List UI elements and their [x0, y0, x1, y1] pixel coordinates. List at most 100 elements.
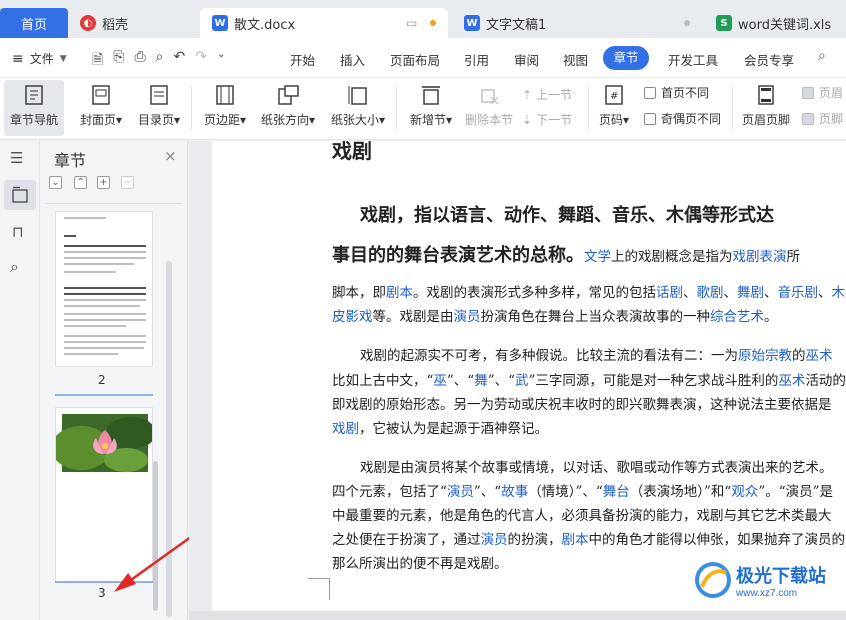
hamburger-icon: ≡: [12, 50, 24, 67]
delete-section-label: 删除本节: [464, 113, 513, 127]
tab-spreadsheet[interactable]: S word关键词.xls: [716, 8, 831, 38]
doc-heading-line-1: 戏剧，指以语言、动作、舞蹈、音乐、木偶等形式达: [360, 205, 774, 226]
header-footer-button[interactable]: 页眉页脚: [738, 80, 794, 136]
more-icon[interactable]: ⌄: [217, 49, 225, 73]
export-icon[interactable]: ⎘: [113, 49, 124, 73]
orientation-icon: [278, 85, 299, 105]
doc-paragraph-2-line-4: 戏剧，它被认为是起源于酒神祭记。: [332, 421, 548, 437]
header-checkbox-label: 页眉: [819, 86, 844, 100]
bookmark-icon[interactable]: ⊓: [12, 223, 24, 241]
print-icon[interactable]: ⎙: [134, 49, 145, 73]
expand-all-icon[interactable]: ⌃: [74, 176, 87, 189]
header-checkbox[interactable]: 页眉: [802, 84, 843, 101]
new-section-icon: [422, 86, 440, 105]
menu-chapter-active[interactable]: 章节: [603, 46, 649, 70]
toc-icon: [150, 85, 168, 105]
footer-checkbox-label: 页脚: [819, 112, 844, 126]
file-menu[interactable]: ≡ 文件 ▼: [12, 50, 67, 67]
doc-paragraph-3-line-3: 中最重要的元素，他是角色的代言人，必须具备扮演的能力，戏剧与其它艺术类最大: [332, 508, 832, 524]
cover-page-button[interactable]: 封面页▾: [76, 80, 126, 136]
page-thumbnail-2[interactable]: [55, 211, 153, 367]
doc-paragraph-3-line-5: 那么所演出的便不再是戏剧。: [332, 556, 508, 572]
cover-page-icon: [92, 85, 110, 105]
chapter-nav-label: 章节导航: [9, 113, 58, 127]
tab-daoke[interactable]: ◐ 稻壳: [80, 8, 128, 38]
menu-bar: ≡ 文件 ▼ 🗎 ⎘ ⎙ ⌕ ↶ ↷ ⌄ 开始 插入 页面布局 引用 审阅 视图…: [0, 38, 846, 78]
paper-size-button[interactable]: 纸张大小▾: [328, 80, 388, 136]
page-number-button[interactable]: # 页码▾: [594, 80, 634, 136]
preview-icon[interactable]: ⌕: [156, 49, 164, 73]
tab-bar: 首页 ◐ 稻壳 W 散文.docx ▭ W 文字文稿1 S word关键词.xl…: [0, 0, 846, 38]
thumb-2-label: 2: [98, 373, 106, 387]
page-number-label: 页码▾: [598, 113, 630, 127]
prev-section-label: 上一节: [536, 88, 573, 102]
collapse-all-icon[interactable]: ⌄: [49, 176, 62, 189]
footer-checkbox[interactable]: 页脚: [802, 110, 843, 127]
remove-section-icon[interactable]: −: [121, 176, 134, 189]
first-page-diff-checkbox[interactable]: 首页不同: [644, 84, 709, 101]
margin-icon: [216, 85, 234, 105]
search-icon[interactable]: ⌕: [818, 48, 826, 64]
next-section-button[interactable]: ⇣ 下一节: [522, 111, 572, 128]
menu-dev-tools[interactable]: 开发工具: [668, 50, 718, 69]
outline-icon[interactable]: ☰: [10, 149, 23, 167]
next-section-icon: ⇣: [522, 112, 533, 127]
doc-title: 戏剧: [332, 141, 372, 163]
doc-paragraph-2-line-2: 比如上古中文，“巫”、“舞”、“武”三字同源，可能是对一种乞求战斗胜利的巫术活动…: [332, 373, 846, 389]
undo-icon[interactable]: ↶: [174, 49, 186, 73]
word-doc-icon: W: [212, 15, 228, 31]
odd-even-diff-checkbox[interactable]: 奇偶页不同: [644, 110, 721, 127]
save-icon[interactable]: 🗎: [92, 49, 103, 73]
delete-section-icon: [481, 89, 499, 105]
close-icon[interactable]: ×: [164, 147, 177, 165]
tab-home[interactable]: 首页: [0, 8, 68, 38]
doc-paragraph-3-line-1: 戏剧是由演员将某个故事或情境，以对话、歌唱或动作等方式表演出来的艺术。: [360, 460, 833, 476]
add-section-icon[interactable]: +: [97, 176, 110, 189]
watermark: 极光下载站 www.xz7.com: [694, 561, 826, 599]
chapter-ribbon: 章节导航 封面页▾ 目录页▾ 页边距▾ 纸张方向▾ 纸张大小▾ 新增节▾ 删除本…: [0, 78, 846, 140]
menu-view[interactable]: 视图: [563, 50, 588, 69]
unsaved-dot-icon: [430, 20, 436, 26]
menu-page-layout[interactable]: 页面布局: [390, 50, 440, 69]
menu-vip[interactable]: 会员专享: [744, 50, 794, 69]
new-section-button[interactable]: 新增节▾: [404, 80, 458, 136]
menu-review[interactable]: 审阅: [514, 50, 539, 69]
find-icon[interactable]: ⌕: [10, 257, 19, 277]
chapter-icon: [12, 186, 28, 203]
redo-icon[interactable]: ↷: [195, 49, 207, 73]
watermark-name: 极光下载站: [736, 565, 826, 586]
margin-label: 页边距▾: [203, 113, 247, 127]
delete-section-button[interactable]: 删除本节: [462, 80, 516, 136]
doc-paragraph-1-line-1: 脚本，即剧本。戏剧的表演形式多种多样，常见的包括话剧、歌剧、舞剧、音乐剧、木: [332, 285, 845, 301]
paper-size-icon: [348, 86, 367, 105]
tab-doc2-label: 文字文稿1: [486, 17, 547, 33]
menu-reference[interactable]: 引用: [464, 50, 489, 69]
file-menu-label: 文件: [29, 52, 54, 66]
prev-section-button[interactable]: ⇡ 上一节: [522, 86, 572, 103]
tab-doc-label: 散文.docx: [234, 17, 296, 33]
orientation-label: 纸张方向▾: [260, 113, 316, 127]
next-section-label: 下一节: [536, 113, 573, 127]
toc-page-button[interactable]: 目录页▾: [134, 80, 184, 136]
margin-corner-marker: [308, 578, 330, 600]
tab-document-2[interactable]: W 文字文稿1: [464, 8, 700, 38]
margin-button[interactable]: 页边距▾: [200, 80, 250, 136]
doc-paragraph-3-line-4: 之处便在于扮演了，通过演员的扮演，剧本中的角色才能得以伸张，如果抛弃了演员的: [332, 532, 845, 548]
monitor-icon[interactable]: ▭: [406, 16, 417, 30]
daoke-icon: ◐: [80, 15, 96, 31]
page-2-preview: [64, 217, 146, 355]
menu-start[interactable]: 开始: [290, 50, 315, 69]
horizontal-scrollbar[interactable]: [189, 611, 846, 620]
chapter-nav-button[interactable]: 章节导航: [4, 80, 64, 136]
doc-paragraph-3-line-2: 四个元素，包括了“演员”、“故事（情境）”、“舞台（表演场地）”和“观众”。“演…: [332, 484, 834, 500]
panel-title: 章节: [54, 151, 87, 170]
document-page[interactable]: 戏剧 戏剧，指以语言、动作、舞蹈、音乐、木偶等形式达 事目的的舞台表演艺术的总称…: [212, 141, 846, 611]
menu-insert[interactable]: 插入: [340, 50, 365, 69]
tab-xls-label: word关键词.xls: [738, 17, 832, 33]
doc-paragraph-2-line-3: 即戏剧的原始形态。另一为劳动或庆祝丰收时的即兴歌舞表演，这种说法主要依据是: [332, 397, 832, 413]
tab-dot-icon: [684, 20, 690, 26]
orientation-button[interactable]: 纸张方向▾: [258, 80, 318, 136]
chapter-panel-toggle[interactable]: [4, 180, 36, 210]
checkbox-checked-icon: [802, 112, 814, 125]
tab-document-active[interactable]: W 散文.docx ▭: [200, 8, 448, 38]
